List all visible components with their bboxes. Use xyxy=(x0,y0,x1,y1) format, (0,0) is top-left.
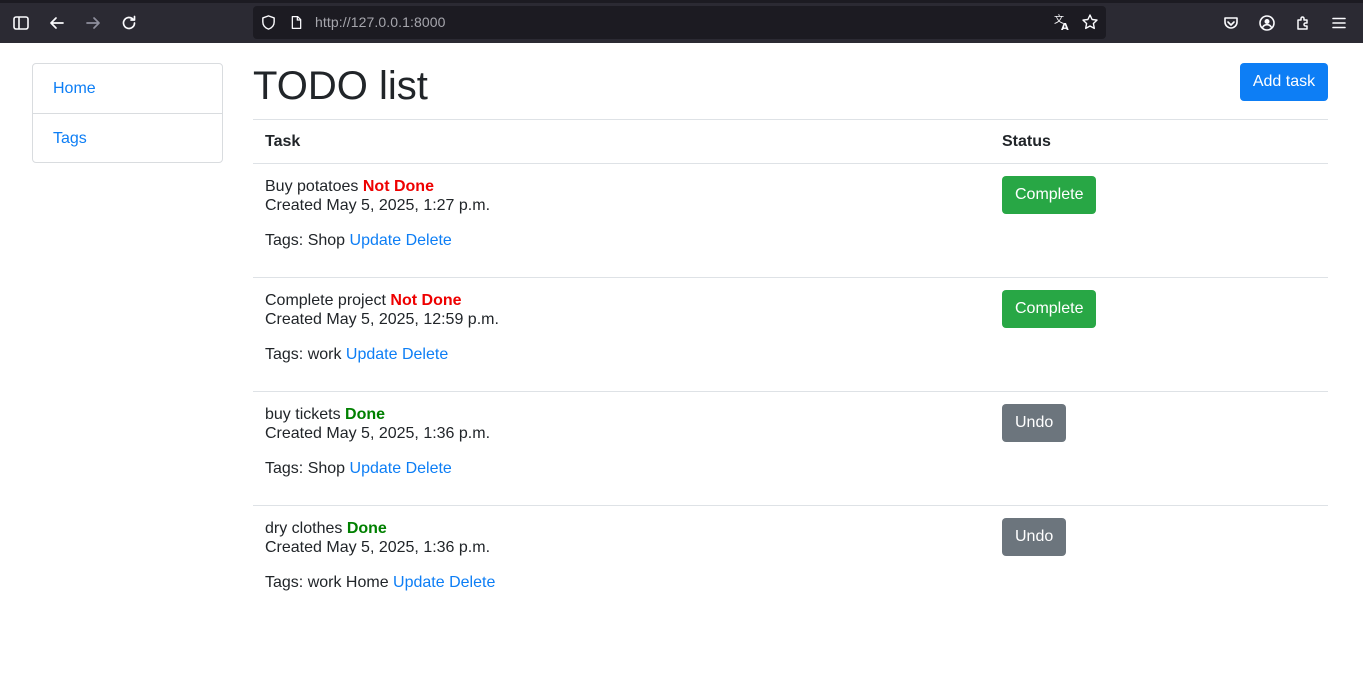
reload-icon[interactable] xyxy=(111,3,147,43)
shield-icon[interactable] xyxy=(259,13,277,31)
pocket-icon[interactable] xyxy=(1213,3,1249,43)
task-name-line: Complete project Not Done xyxy=(265,291,462,310)
page-title: TODO list xyxy=(253,64,428,108)
delete-link[interactable]: Delete xyxy=(406,232,452,249)
sidebar-item-tags[interactable]: Tags xyxy=(33,113,222,162)
task-created: Created May 5, 2025, 1:27 p.m. xyxy=(265,197,491,214)
table-row: Complete project Not Done Created May 5,… xyxy=(253,278,1328,392)
task-tags-line: Tags: work Update Delete xyxy=(265,345,448,364)
task-tags: Tags: work Home xyxy=(265,574,389,591)
update-link[interactable]: Update xyxy=(350,232,402,249)
task-name: Buy potatoes xyxy=(265,178,359,195)
back-arrow-icon[interactable] xyxy=(39,3,75,43)
undo-button[interactable]: Undo xyxy=(1002,404,1066,442)
task-name-line: Buy potatoes Not Done xyxy=(265,177,434,196)
task-tags-line: Tags: work Home Update Delete xyxy=(265,573,495,592)
undo-button[interactable]: Undo xyxy=(1002,518,1066,556)
task-name: Complete project xyxy=(265,292,386,309)
browser-toolbar: http://127.0.0.1:8000 文A xyxy=(0,0,1363,43)
task-name: dry clothes xyxy=(265,520,343,537)
task-created: Created May 5, 2025, 1:36 p.m. xyxy=(265,425,491,442)
page-icon xyxy=(287,13,305,31)
table-row: buy tickets Done Created May 5, 2025, 1:… xyxy=(253,392,1328,506)
task-table: Task Status Buy potatoes Not Done Create… xyxy=(253,119,1328,620)
table-row: dry clothes Done Created May 5, 2025, 1:… xyxy=(253,506,1328,620)
task-name: buy tickets xyxy=(265,406,341,423)
update-link[interactable]: Update xyxy=(393,574,445,591)
forward-arrow-icon[interactable] xyxy=(75,3,111,43)
url-host: http://127.0.0.1 xyxy=(315,14,411,30)
extensions-icon[interactable] xyxy=(1285,3,1321,43)
status-column-header: Status xyxy=(1002,133,1051,150)
task-created: Created May 5, 2025, 1:36 p.m. xyxy=(265,539,491,556)
menu-icon[interactable] xyxy=(1321,3,1357,43)
delete-link[interactable]: Delete xyxy=(406,460,452,477)
address-bar[interactable]: http://127.0.0.1:8000 文A xyxy=(253,6,1106,39)
task-name-line: buy tickets Done xyxy=(265,405,385,424)
sidebar-toggle-icon[interactable] xyxy=(3,3,39,43)
delete-link[interactable]: Delete xyxy=(449,574,495,591)
task-name-line: dry clothes Done xyxy=(265,519,387,538)
complete-button[interactable]: Complete xyxy=(1002,176,1096,214)
add-task-button[interactable]: Add task xyxy=(1240,63,1328,101)
task-tags: Tags: work xyxy=(265,346,342,363)
task-created: Created May 5, 2025, 12:59 p.m. xyxy=(265,311,499,328)
task-tags-line: Tags: Shop Update Delete xyxy=(265,231,452,250)
task-state-badge: Not Done xyxy=(362,178,434,195)
url-text[interactable]: http://127.0.0.1:8000 xyxy=(315,14,446,30)
task-state-badge: Done xyxy=(346,520,387,537)
complete-button[interactable]: Complete xyxy=(1002,290,1096,328)
star-icon[interactable] xyxy=(1081,13,1099,31)
update-link[interactable]: Update xyxy=(346,346,398,363)
sidebar-item-home[interactable]: Home xyxy=(33,64,222,113)
account-icon[interactable] xyxy=(1249,3,1285,43)
svg-text:A: A xyxy=(1061,22,1069,31)
task-tags: Tags: Shop xyxy=(265,232,346,249)
table-row: Buy potatoes Not Done Created May 5, 202… xyxy=(253,164,1328,278)
task-tags-line: Tags: Shop Update Delete xyxy=(265,459,452,478)
task-state-badge: Not Done xyxy=(390,292,462,309)
translate-icon[interactable]: 文A xyxy=(1053,13,1071,31)
delete-link[interactable]: Delete xyxy=(402,346,448,363)
sidebar-nav: Home Tags xyxy=(32,63,223,163)
task-column-header: Task xyxy=(265,133,301,150)
task-state-badge: Done xyxy=(345,406,386,423)
task-tags: Tags: Shop xyxy=(265,460,346,477)
table-header: Task Status xyxy=(253,119,1328,164)
url-port: :8000 xyxy=(410,14,446,30)
update-link[interactable]: Update xyxy=(350,460,402,477)
